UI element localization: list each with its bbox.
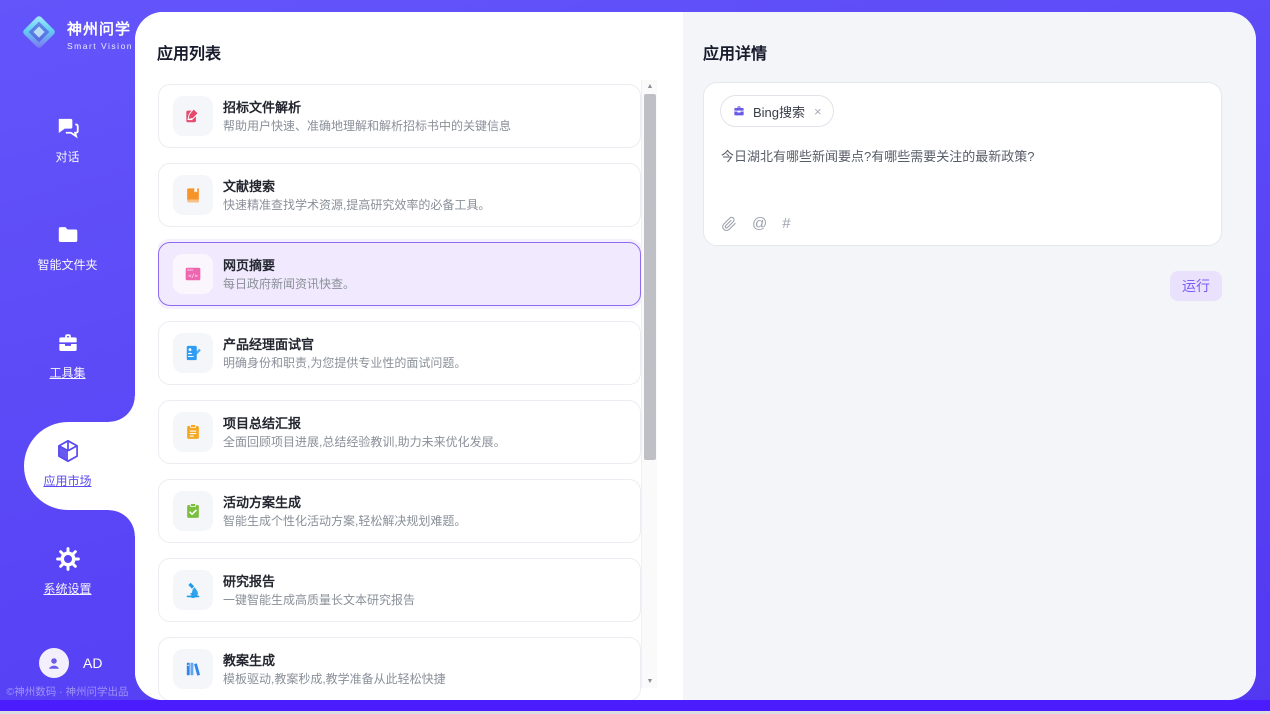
sidebar-item-app-market[interactable]: 应用市场 xyxy=(0,438,135,489)
app-name: 教案生成 xyxy=(223,650,275,669)
resume-icon xyxy=(173,333,213,373)
main-panel: 应用列表 招标文件解析 帮助用户快速、准确地理解和解析招标书中的关键信息 xyxy=(135,12,1256,700)
doc-edit-icon xyxy=(173,96,213,136)
user-name: AD xyxy=(83,655,102,671)
user-account[interactable]: AD xyxy=(39,648,102,678)
sidebar: 神州问学 Smart Vision 对话 智能文件夹 工具集 xyxy=(0,0,135,714)
sidebar-item-label: 应用市场 xyxy=(0,472,135,489)
app-card-research-report[interactable]: 研究报告 一键智能生成高质量长文本研究报告 xyxy=(158,558,641,622)
svg-text:</>: </> xyxy=(188,273,198,279)
app-card-pm-interviewer[interactable]: 产品经理面试官 明确身份和职责,为您提供专业性的面试问题。 xyxy=(158,321,641,385)
app-name: 项目总结汇报 xyxy=(223,413,301,432)
brand-subtitle: Smart Vision xyxy=(67,41,133,51)
scrollbar-up-arrow-icon[interactable]: ▲ xyxy=(642,80,658,93)
clipboard-icon xyxy=(173,412,213,452)
app-card-web-summary[interactable]: </> 网页摘要 每日政府新闻资讯快查。 xyxy=(158,242,641,306)
app-desc: 全面回顾项目进展,总结经验教训,助力未来优化发展。 xyxy=(223,433,506,450)
clipboard-check-icon xyxy=(173,491,213,531)
sidebar-item-settings[interactable]: 系统设置 xyxy=(0,546,135,597)
cube-icon xyxy=(55,451,81,468)
attachment-icon[interactable] xyxy=(721,216,737,232)
microscope-icon xyxy=(173,570,213,610)
app-name: 研究报告 xyxy=(223,571,275,590)
browser-code-icon: </> xyxy=(173,254,213,294)
brand-title: 神州问学 xyxy=(67,18,133,39)
sidebar-item-chat[interactable]: 对话 xyxy=(0,114,135,165)
app-list-title: 应用列表 xyxy=(157,40,221,64)
app-list-scrollbar[interactable]: ▲ ▼ xyxy=(641,80,657,688)
app-card-literature-search[interactable]: 文献搜索 快速精准查找学术资源,提高研究效率的必备工具。 xyxy=(158,163,641,227)
chat-icon xyxy=(55,127,81,144)
books-icon xyxy=(173,649,213,689)
app-desc: 模板驱动,教案秒成,教学准备从此轻松快捷 xyxy=(223,670,446,687)
app-list: 招标文件解析 帮助用户快速、准确地理解和解析招标书中的关键信息 文献搜索 快速精… xyxy=(158,84,641,700)
app-detail-title: 应用详情 xyxy=(703,40,767,64)
app-detail-section: 应用详情 Bing搜索 × 今日湖北有哪些新闻要点?有哪些需要关注的最新政策? xyxy=(683,12,1256,700)
app-name: 文献搜索 xyxy=(223,176,275,195)
sidebar-item-smart-folders[interactable]: 智能文件夹 xyxy=(0,222,135,273)
folder-icon xyxy=(55,235,81,252)
gear-icon xyxy=(55,559,81,576)
run-button[interactable]: 运行 xyxy=(1170,271,1222,301)
bottom-bar xyxy=(0,700,1270,711)
briefcase-icon xyxy=(732,104,746,118)
topic-icon[interactable]: # xyxy=(782,215,790,232)
query-text[interactable]: 今日湖北有哪些新闻要点?有哪些需要关注的最新政策? xyxy=(721,147,1205,166)
user-avatar-icon xyxy=(39,648,69,678)
diamond-logo-icon xyxy=(18,11,60,58)
sidebar-item-label: 智能文件夹 xyxy=(0,256,135,273)
app-desc: 快速精准查找学术资源,提高研究效率的必备工具。 xyxy=(223,196,490,213)
app-card-project-summary[interactable]: 项目总结汇报 全面回顾项目进展,总结经验教训,助力未来优化发展。 xyxy=(158,400,641,464)
mention-icon[interactable]: @ xyxy=(752,215,767,232)
close-icon[interactable]: × xyxy=(814,104,822,119)
sidebar-item-toolset[interactable]: 工具集 xyxy=(0,330,135,381)
app-name: 网页摘要 xyxy=(223,255,275,274)
app-desc: 明确身份和职责,为您提供专业性的面试问题。 xyxy=(223,354,466,371)
query-input[interactable]: Bing搜索 × 今日湖北有哪些新闻要点?有哪些需要关注的最新政策? @ # xyxy=(703,82,1222,246)
app-desc: 帮助用户快速、准确地理解和解析招标书中的关键信息 xyxy=(223,117,511,134)
sidebar-item-label: 系统设置 xyxy=(0,580,135,597)
copyright-footer: ©神州数码 · 神州问学出品 xyxy=(0,684,135,699)
book-icon xyxy=(173,175,213,215)
app-desc: 每日政府新闻资讯快查。 xyxy=(223,275,355,292)
app-card-bid-analysis[interactable]: 招标文件解析 帮助用户快速、准确地理解和解析招标书中的关键信息 xyxy=(158,84,641,148)
app-name: 招标文件解析 xyxy=(223,97,301,116)
tool-chip-label: Bing搜索 xyxy=(753,102,805,121)
app-list-section: 应用列表 招标文件解析 帮助用户快速、准确地理解和解析招标书中的关键信息 xyxy=(135,12,683,700)
scrollbar-thumb[interactable] xyxy=(644,94,656,460)
app-name: 活动方案生成 xyxy=(223,492,301,511)
brand-logo: 神州问学 Smart Vision xyxy=(18,11,133,58)
scrollbar-down-arrow-icon[interactable]: ▼ xyxy=(642,675,658,688)
app-name: 产品经理面试官 xyxy=(223,334,314,353)
composer-toolbar: @ # xyxy=(721,215,791,232)
sidebar-item-label: 工具集 xyxy=(0,364,135,381)
tool-chip-bing-search[interactable]: Bing搜索 × xyxy=(720,95,834,127)
sidebar-item-label: 对话 xyxy=(0,148,135,165)
app-card-event-plan[interactable]: 活动方案生成 智能生成个性化活动方案,轻松解决规划难题。 xyxy=(158,479,641,543)
app-desc: 一键智能生成高质量长文本研究报告 xyxy=(223,591,415,608)
toolbox-icon xyxy=(55,343,81,360)
app-card-lesson-plan[interactable]: 教案生成 模板驱动,教案秒成,教学准备从此轻松快捷 xyxy=(158,637,641,700)
app-desc: 智能生成个性化活动方案,轻松解决规划难题。 xyxy=(223,512,466,529)
